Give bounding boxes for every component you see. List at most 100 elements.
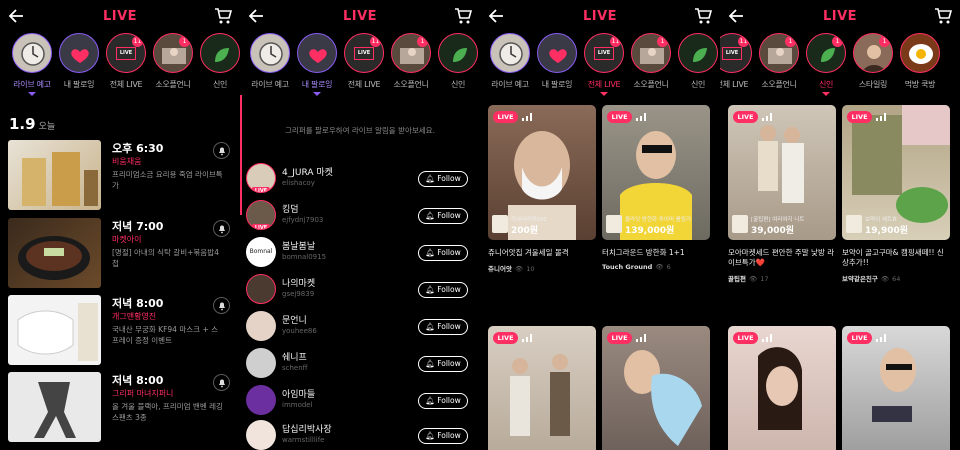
live-card[interactable]: LIVE [꿀팁편] 여리여지 니트 39,000원 모아마켓세드 편안한 주말 …: [728, 105, 836, 283]
category-mukbang[interactable]: 먹방 쿡방: [898, 33, 942, 90]
clock-icon: [12, 33, 52, 73]
category-all-live[interactable]: LIVE11 전체 LIVE: [582, 33, 626, 96]
signal-icon: [522, 334, 532, 342]
category-following[interactable]: 내 팔로잉: [57, 33, 101, 90]
live-tag: LIVE: [251, 187, 271, 192]
follow-label: Follow: [437, 359, 461, 368]
schedule-desc: 국내산 무궁화 KF94 마스크 + 스프레이 증정 이벤트: [112, 325, 218, 345]
bell-button[interactable]: [213, 374, 230, 391]
follow-row[interactable]: 문언니 youhee86 🔔︎ Follow: [246, 311, 476, 345]
bell-icon: [219, 225, 225, 234]
category-preview[interactable]: 라이브 예고: [488, 33, 532, 90]
schedule-item[interactable]: 저녁 8:00 개그맨황영진 국내산 무궁화 KF94 마스크 + 스프레이 증…: [8, 295, 234, 365]
follow-row[interactable]: Bomnal 봄날봄날 bomnal0915 🔔︎ Follow: [246, 237, 476, 271]
live-card[interactable]: LIVE 보약이 세트효 19,900원 보약이 골고구마& 캠핑새떼!! 신상추…: [842, 105, 950, 283]
person-icon: 1: [853, 33, 893, 73]
signal-icon: [876, 334, 886, 342]
category-all-live[interactable]: LIVE11 전체 LIVE: [342, 33, 386, 90]
follow-button[interactable]: 🔔︎ Follow: [418, 171, 468, 187]
host-name: Touch Ground: [602, 263, 653, 271]
eye-icon: 👁︎: [655, 263, 664, 271]
seller-handle: warmstilllife: [282, 436, 325, 444]
bell-icon: 🔔︎: [425, 174, 435, 183]
schedule-item[interactable]: 저녁 8:00 그리퍼 마녀지퍼니 올 겨울 블랙아, 프리미엄 밴벤 레깅스팬…: [8, 372, 234, 442]
live-card[interactable]: LIVE: [728, 326, 836, 450]
follow-row[interactable]: 나의마켓 gsej9839 🔔︎ Follow: [246, 274, 476, 308]
live-tag: LIVE: [251, 224, 271, 229]
heart-icon: [297, 33, 337, 73]
category-bar: LIVE11 전체 LIVE 1 소오플언니 1 신인 1 스타일링 먹방 쿡방: [720, 33, 960, 99]
category-preview[interactable]: 라이브 예고: [10, 33, 54, 96]
bell-button[interactable]: [213, 297, 230, 314]
live-badge: LIVE: [493, 111, 518, 123]
new-badge: 1: [657, 36, 668, 47]
new-badge: 11: [738, 36, 749, 47]
category-all-live[interactable]: LIVE11 전체 LIVE: [104, 33, 148, 90]
cart-icon[interactable]: [694, 7, 712, 25]
bell-button[interactable]: [213, 220, 230, 237]
cart-icon[interactable]: [454, 7, 472, 25]
category-soople[interactable]: 1 소오플언니: [389, 33, 433, 90]
category-following[interactable]: 내 팔로잉: [295, 33, 339, 96]
top-bar: LIVE: [0, 0, 240, 34]
live-card[interactable]: LIVE: [602, 326, 710, 450]
bell-icon: 🔔︎: [425, 211, 435, 220]
follow-row[interactable]: 쉐니프 schenff 🔔︎ Follow: [246, 348, 476, 382]
category-new[interactable]: 1 신인: [804, 33, 848, 96]
follow-row[interactable]: 아임마들 immodel 🔔︎ Follow: [246, 385, 476, 419]
cart-icon[interactable]: [934, 7, 952, 25]
signal-icon: [522, 113, 532, 121]
bell-icon: [219, 379, 225, 388]
follow-row[interactable]: LIVE 킹덤 ejfydnj7903 🔔︎ Follow: [246, 200, 476, 234]
category-new[interactable]: 신인: [436, 33, 480, 90]
follow-button[interactable]: 🔔︎ Follow: [418, 245, 468, 261]
category-new[interactable]: 신인: [198, 33, 240, 90]
product-name: 하세사라장200: [511, 217, 547, 223]
category-soople[interactable]: 1 소오플언니: [629, 33, 673, 90]
schedule-item[interactable]: 저녁 7:00 마켓아이 [명절] 아내의 식탁 갈비+볶음밥4첩: [8, 218, 234, 288]
seller-handle: schenff: [282, 364, 308, 372]
category-label: 신인: [212, 80, 228, 89]
follow-button[interactable]: 🔔︎ Follow: [418, 282, 468, 298]
category-label: 전체 LIVE: [347, 80, 381, 89]
seller-handle: elishacoy: [282, 179, 315, 187]
follow-button[interactable]: 🔔︎ Follow: [418, 319, 468, 335]
follow-button[interactable]: 🔔︎ Follow: [418, 356, 468, 372]
live-badge: LIVE: [847, 111, 872, 123]
live-card[interactable]: LIVE 올라잇 방한화 투이머 롤림거 139,000원 터치그라운드 방한화 …: [602, 105, 710, 271]
panel-all-live: LIVE 라이브 예고 내 팔로잉 LIVE 11 전체 LIVE 1 소오플언니: [480, 0, 720, 450]
bell-button[interactable]: [213, 142, 230, 159]
category-label: 라이브 예고: [491, 80, 529, 89]
follow-button[interactable]: 🔔︎ Follow: [418, 428, 468, 444]
category-all-live[interactable]: LIVE11 전체 LIVE: [720, 33, 754, 90]
live-badge: LIVE: [607, 332, 632, 344]
schedule-item[interactable]: 오후 6:30 비움채움 프리미엄소금 요리용 죽염 라이브특가: [8, 140, 234, 210]
live-thumbnail: LIVE 하세사라장200 200원: [488, 105, 596, 240]
bell-icon: 🔔︎: [425, 396, 435, 405]
schedule-thumbnail: [8, 218, 101, 288]
category-label: 스타일링: [858, 80, 888, 89]
category-new[interactable]: 신인: [676, 33, 720, 90]
live-card[interactable]: LIVE: [488, 326, 596, 450]
panel-following: LIVE 라이브 예고 내 팔로잉 LIVE 11 전체 LIVE 1 소오플언니: [240, 0, 480, 450]
category-following[interactable]: 내 팔로잉: [535, 33, 579, 90]
live-card[interactable]: LIVE: [842, 326, 950, 450]
live-title: 쥬니어앗집 겨울세일 몰격: [488, 248, 569, 257]
eye-icon: 👁︎: [748, 275, 758, 283]
category-soople[interactable]: 1 소오플언니: [151, 33, 195, 90]
category-styling[interactable]: 1 스타일링: [851, 33, 895, 90]
host-name: 쥬니어앗: [488, 265, 512, 273]
follow-button[interactable]: 🔔︎ Follow: [418, 393, 468, 409]
signal-icon: [762, 334, 772, 342]
live-card[interactable]: LIVE 하세사라장200 200원 쥬니어앗집 겨울세일 몰격 쥬니어앗 👁︎ 10: [488, 105, 596, 273]
cart-icon[interactable]: [214, 7, 232, 25]
new-badge: 1: [879, 36, 890, 47]
follow-row[interactable]: LIVE 4_JURA 마켓 elishacoy 🔔︎ Follow: [246, 163, 476, 197]
category-soople[interactable]: 1 소오플언니: [757, 33, 801, 90]
follow-row[interactable]: 답십리박사장 warmstilllife 🔔︎ Follow: [246, 420, 476, 450]
category-preview[interactable]: 라이브 예고: [248, 33, 292, 90]
egg-icon: [900, 33, 940, 73]
category-bar: 라이브 예고 내 팔로잉 LIVE 11 전체 LIVE 1 소오플언니 신인: [480, 33, 720, 99]
follow-button[interactable]: 🔔︎ Follow: [418, 208, 468, 224]
category-label: 소오플언니: [393, 80, 429, 89]
